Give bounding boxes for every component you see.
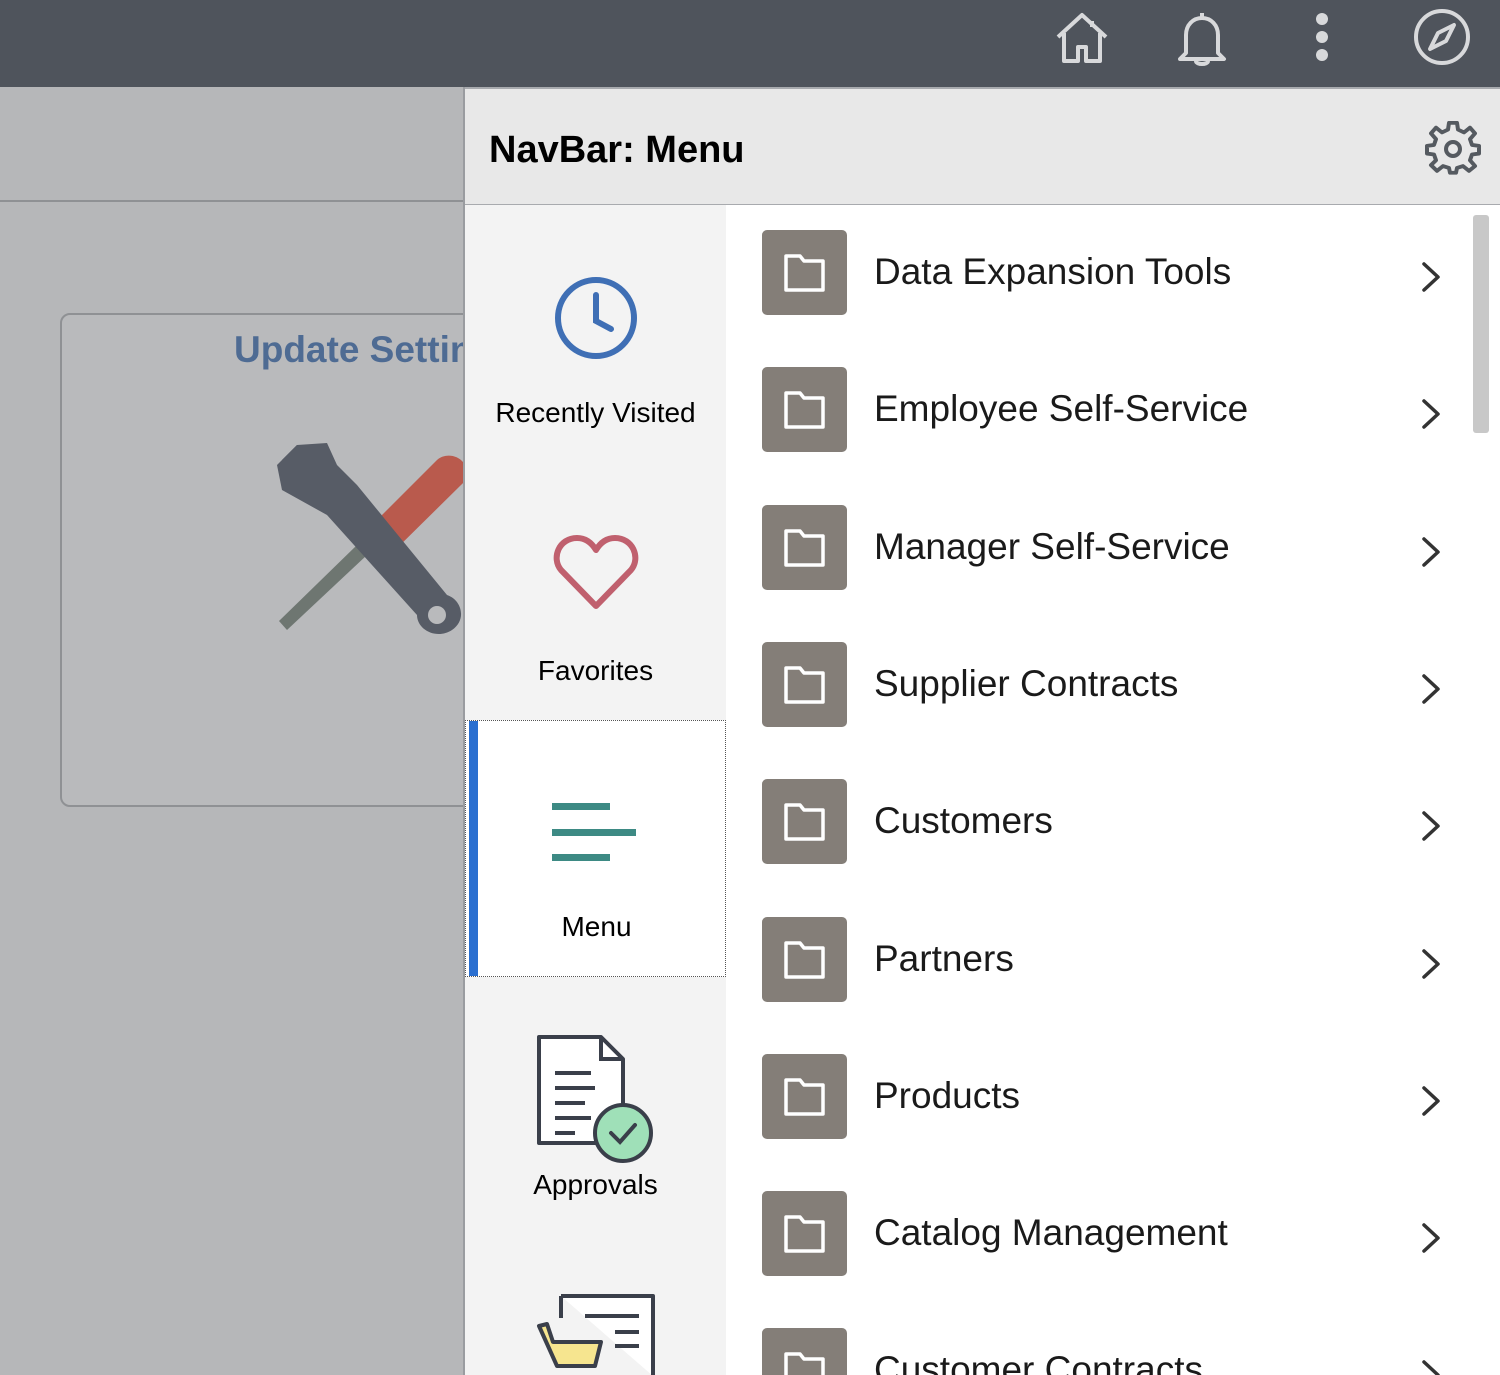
navbar-panel: NavBar: Menu Recently Visited Favorites [463,87,1500,1375]
menu-item-label: Supplier Contracts [874,662,1179,704]
chevron-right-icon [1422,399,1440,430]
bell-icon[interactable] [1172,7,1232,67]
folder-icon [762,641,847,727]
chevron-right-icon [1422,1360,1440,1375]
update-settings-tile[interactable]: Update Settin [60,313,484,807]
tools-icon [267,435,482,645]
folder-icon [762,504,847,590]
menu-item-label: Products [874,1074,1021,1116]
sidebar-item-label: Recently Visited [495,397,696,428]
sidebar-item-label: Approvals [533,1169,658,1200]
menu-item[interactable]: Customers [726,754,1466,891]
clock-icon [555,277,637,359]
sidebar-item-label: Menu [561,911,632,942]
menu-item[interactable]: Manager Self-Service [726,480,1466,617]
navbar-compass-icon[interactable] [1412,7,1472,67]
chevron-right-icon [1422,811,1440,841]
chevron-right-icon [1422,1223,1440,1253]
folder-icon [762,230,847,315]
menu-item[interactable]: Customer Contracts [726,1303,1466,1375]
menu-lines-icon [552,803,636,861]
menu-list: Data Expansion Tools Employee Self-Servic… [726,205,1500,1375]
gear-icon[interactable] [1425,120,1481,177]
sidebar-item-recently-visited[interactable]: Recently Visited [465,205,726,462]
menu-item-label: Customers [874,800,1053,842]
menu-item-label: Employee Self-Service [874,388,1249,430]
menu-item[interactable]: Catalog Management [726,1166,1466,1303]
menu-item[interactable]: Employee Self-Service [726,342,1466,479]
more-vertical-icon[interactable] [1292,7,1352,67]
menu-item-label: Manager Self-Service [874,525,1230,567]
approvals-icon [537,1035,653,1163]
chevron-right-icon [1422,1086,1440,1116]
home-icon[interactable] [1052,7,1112,67]
sidebar-item-favorites[interactable]: Favorites [465,462,726,719]
chevron-right-icon [1422,674,1440,704]
top-bar [0,0,1500,87]
folder-icon [762,1191,847,1277]
menu-item-label: Catalog Management [874,1212,1228,1254]
menu-item-label: Data Expansion Tools [874,251,1232,292]
scrollbar[interactable] [1473,215,1489,433]
chevron-right-icon [1422,536,1440,567]
heart-icon [553,535,639,609]
menu-item[interactable]: Products [726,1029,1466,1166]
navbar-sidebar: Recently Visited Favorites Menu Approval… [465,205,726,1375]
page-header [0,87,464,202]
menu-item-label: Partners [874,937,1014,979]
sidebar-item-approvals[interactable]: Approvals [465,977,726,1234]
sidebar-item-label: Favorites [537,655,654,686]
menu-item-label: Customer Contracts [874,1349,1203,1375]
folder-icon [762,779,847,865]
menu-item[interactable]: Partners [726,892,1466,1029]
chevron-right-icon [1422,948,1440,979]
menu-item[interactable]: Data Expansion Tools [726,205,1466,342]
navbar-header: NavBar: Menu [465,87,1500,207]
sidebar-item-shopping[interactable] [465,1234,726,1375]
folder-icon [762,367,847,453]
tile-title: Update Settin [234,329,473,370]
chevron-right-icon [1422,262,1440,292]
navbar-title: NavBar: Menu [489,129,745,171]
folder-icon [762,1053,847,1139]
sidebar-item-menu[interactable]: Menu [465,720,726,977]
folder-icon [762,916,847,1002]
shopping-cart-icon [537,1294,655,1375]
menu-item[interactable]: Supplier Contracts [726,617,1466,754]
folder-icon [762,1328,847,1375]
